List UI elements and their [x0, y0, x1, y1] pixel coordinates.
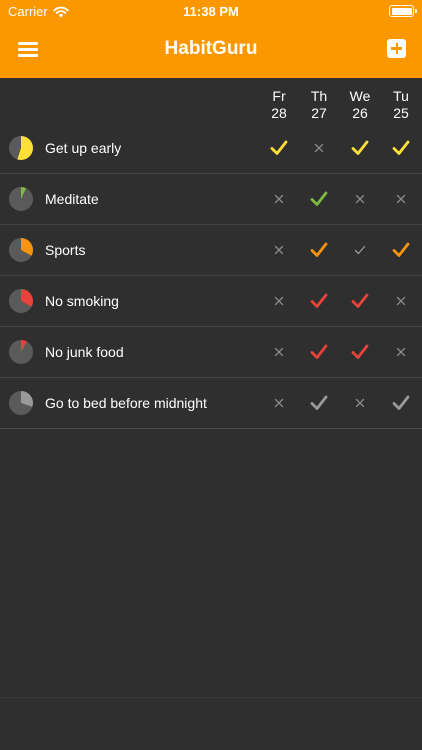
check-icon[interactable] — [389, 238, 413, 262]
check-icon[interactable] — [307, 391, 331, 415]
cross-icon[interactable] — [267, 391, 291, 415]
check-icon[interactable] — [348, 289, 372, 313]
habit-name: No junk food — [45, 344, 124, 360]
habit-row[interactable]: Go to bed before midnight — [0, 378, 422, 429]
habit-name: Sports — [45, 242, 86, 258]
progress-pie-icon — [9, 289, 33, 313]
habit-row[interactable]: Meditate — [0, 174, 422, 225]
day-number: 27 — [311, 105, 327, 121]
cross-icon[interactable] — [267, 187, 291, 211]
day-number: 28 — [271, 105, 287, 121]
check-icon[interactable] — [307, 238, 331, 262]
status-time: 11:38 PM — [183, 4, 239, 19]
check-icon[interactable] — [267, 136, 291, 160]
cross-icon[interactable] — [267, 289, 291, 313]
cross-icon[interactable] — [389, 187, 413, 211]
app-header: Carrier 11:38 PM HabitGuru — [0, 0, 422, 78]
cross-icon[interactable] — [267, 340, 291, 364]
small-check-icon[interactable] — [348, 238, 372, 262]
app-title: HabitGuru — [164, 38, 258, 59]
check-icon[interactable] — [389, 136, 413, 160]
day-name: Fr — [272, 88, 286, 104]
habit-row[interactable]: No junk food — [0, 327, 422, 378]
cross-icon[interactable] — [389, 289, 413, 313]
habit-name: Go to bed before midnight — [45, 395, 207, 411]
nav-bar: HabitGuru — [0, 22, 422, 78]
battery-icon — [389, 5, 417, 17]
cross-icon[interactable] — [389, 340, 413, 364]
progress-pie-icon — [9, 340, 33, 364]
day-column-headers: Fr 28 Th 27 We 26 Tu 25 — [0, 78, 422, 123]
day-number: 26 — [352, 105, 368, 121]
habit-name: No smoking — [45, 293, 119, 309]
cross-icon[interactable] — [348, 391, 372, 415]
check-icon[interactable] — [348, 340, 372, 364]
habit-row[interactable]: Get up early — [0, 123, 422, 174]
check-icon[interactable] — [307, 187, 331, 211]
day-header: Tu 25 — [381, 88, 421, 122]
cross-icon[interactable] — [307, 136, 331, 160]
check-icon[interactable] — [389, 391, 413, 415]
check-icon[interactable] — [348, 136, 372, 160]
progress-pie-icon — [9, 187, 33, 211]
progress-pie-icon — [9, 391, 33, 415]
progress-pie-icon — [9, 238, 33, 262]
cross-icon[interactable] — [267, 238, 291, 262]
check-icon[interactable] — [307, 340, 331, 364]
day-header: Th 27 — [299, 88, 339, 122]
habit-row[interactable]: No smoking — [0, 276, 422, 327]
add-habit-icon[interactable] — [387, 39, 406, 58]
day-name: Tu — [393, 88, 409, 104]
habitguru-app: Carrier 11:38 PM HabitGuru Fr 28 Th 27 We 26 T… — [0, 0, 422, 750]
check-icon[interactable] — [307, 289, 331, 313]
habit-name: Meditate — [45, 191, 99, 207]
day-header: Fr 28 — [259, 88, 299, 122]
progress-pie-icon — [9, 136, 33, 160]
day-name: Th — [310, 88, 328, 104]
habit-name: Get up early — [45, 140, 122, 156]
cross-icon[interactable] — [348, 187, 372, 211]
day-header: We 26 — [340, 88, 380, 122]
day-number: 25 — [393, 105, 409, 121]
habit-row[interactable]: Sports — [0, 225, 422, 276]
bottom-divider — [0, 697, 422, 698]
habit-list: Get up early Meditate Sports No smoking No j… — [0, 123, 422, 429]
status-bar: Carrier 11:38 PM — [0, 0, 422, 22]
day-name: We — [349, 88, 371, 104]
